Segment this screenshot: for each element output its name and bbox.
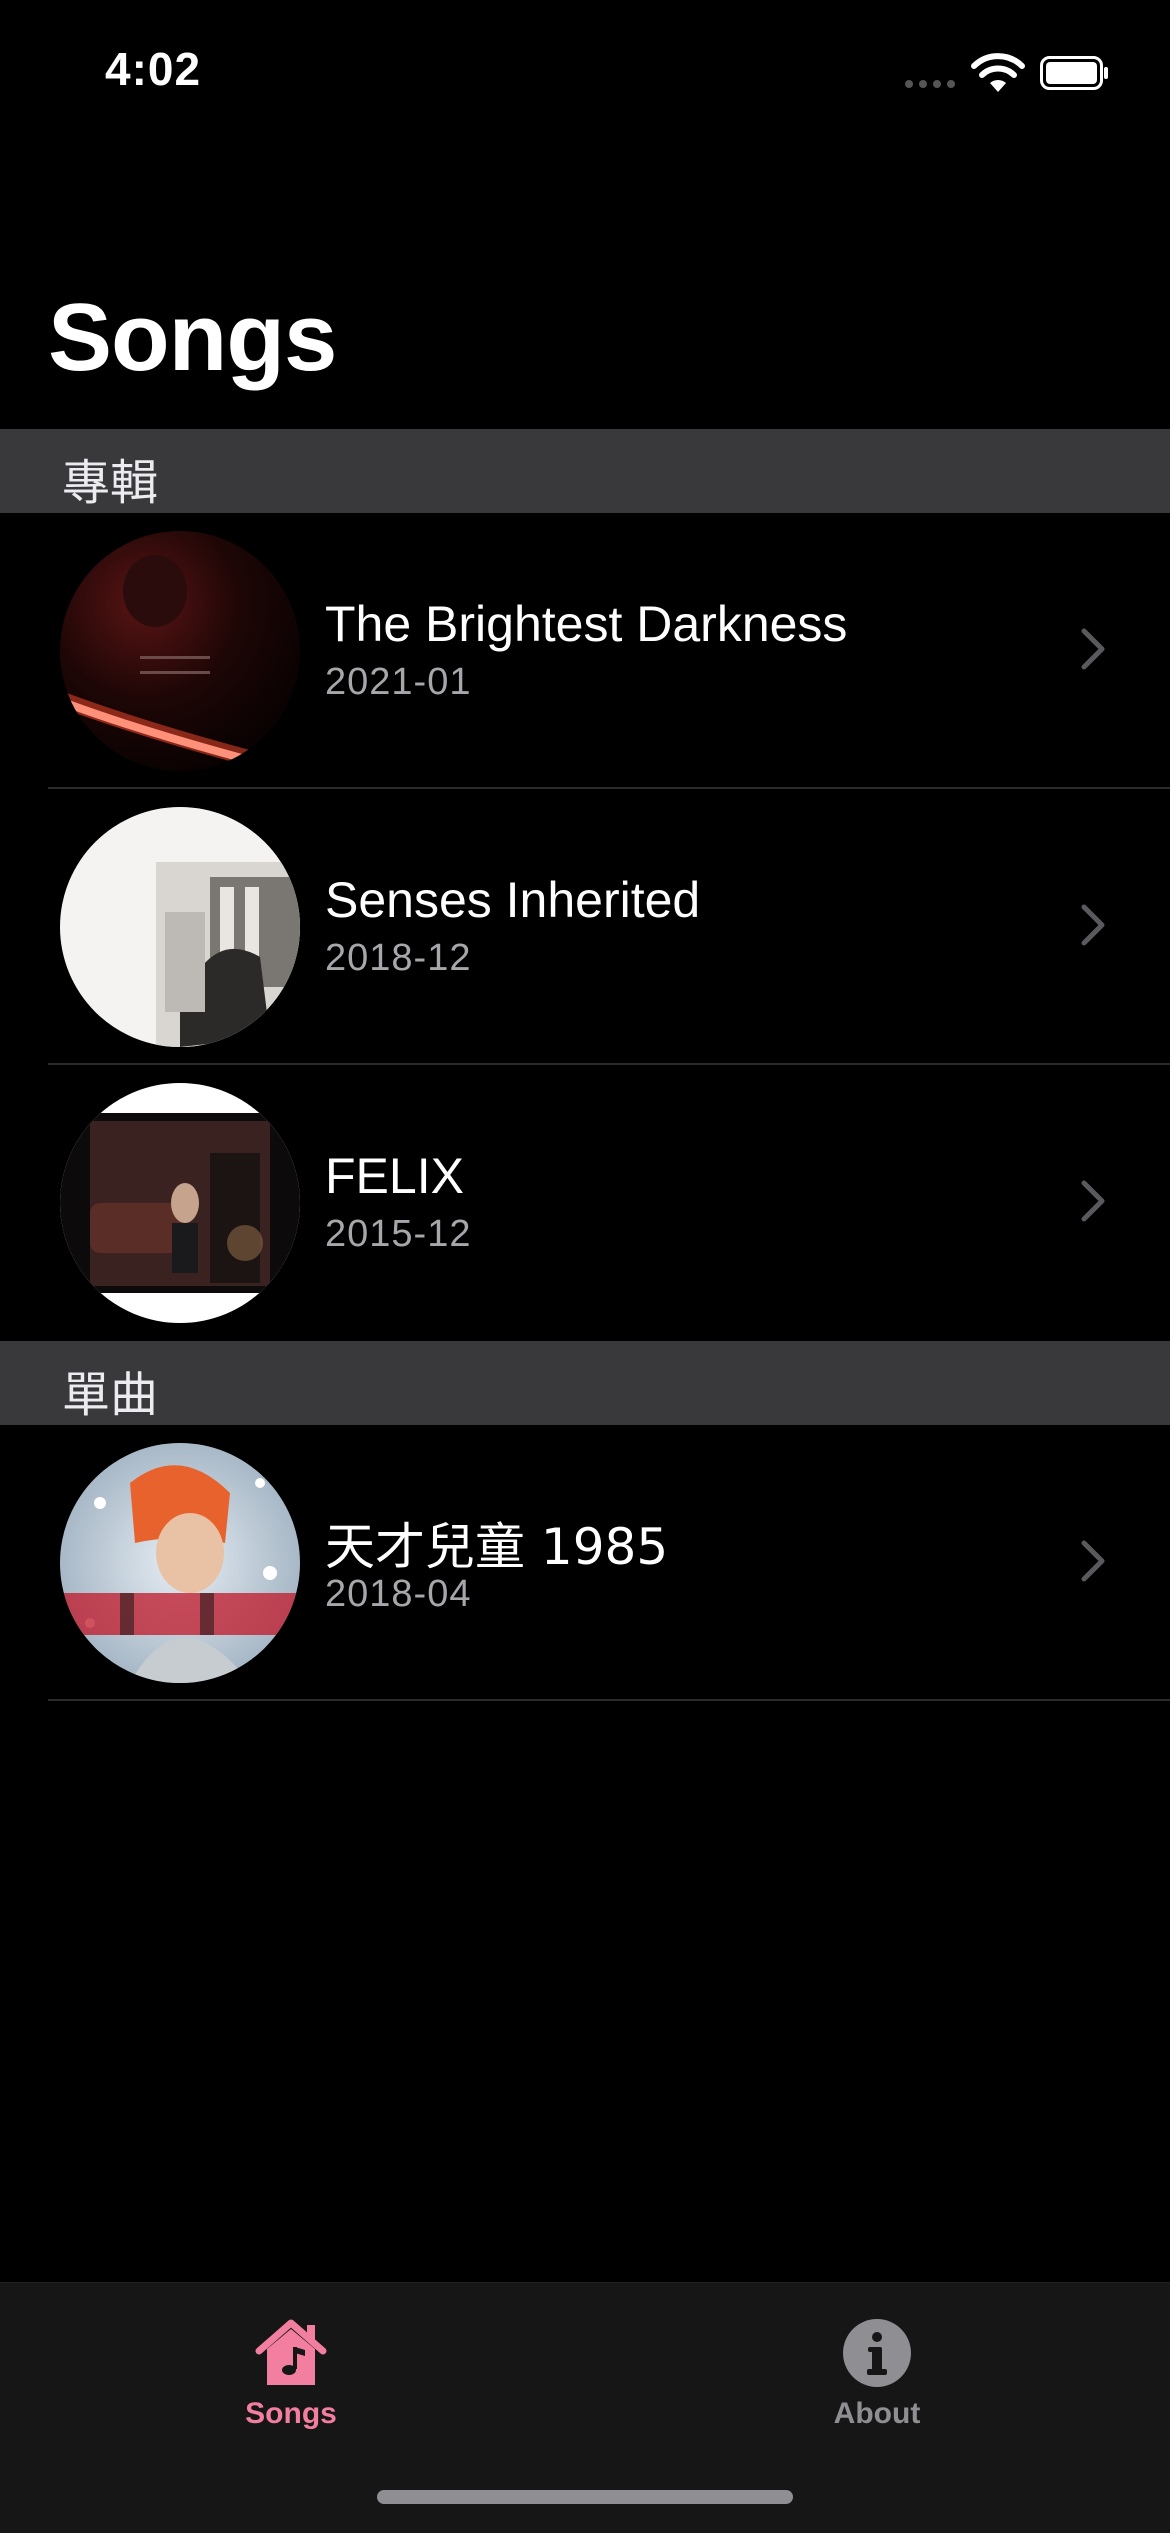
- item-date: 2018-12: [325, 937, 472, 979]
- chevron-right-icon: [1081, 1180, 1105, 1222]
- list-item[interactable]: The Brightest Darkness 2021-01: [0, 513, 1170, 789]
- battery-icon: [1040, 56, 1108, 90]
- item-title: FELIX: [325, 1148, 464, 1204]
- chevron-right-icon: [1081, 628, 1105, 670]
- section-header-albums: 專輯: [0, 429, 1170, 513]
- section-header-label: 單曲: [62, 1367, 159, 1423]
- tab-label: About: [833, 2397, 921, 2430]
- item-title: 天才兒童 1985: [325, 1518, 669, 1576]
- tab-about[interactable]: About: [727, 2313, 1027, 2453]
- item-date: 2015-12: [325, 1213, 472, 1255]
- section-header-singles: 單曲: [0, 1341, 1170, 1425]
- album-artwork: [60, 531, 300, 771]
- item-date: 2021-01: [325, 661, 472, 703]
- section-header-label: 專輯: [62, 455, 159, 511]
- chevron-right-icon: [1081, 1540, 1105, 1582]
- tab-label: Songs: [245, 2397, 337, 2430]
- chevron-right-icon: [1081, 904, 1105, 946]
- cellular-signal-icon: [905, 80, 955, 88]
- house-music-icon: [255, 2319, 327, 2385]
- info-circle-icon: [843, 2319, 911, 2387]
- album-artwork: [60, 1083, 300, 1323]
- album-artwork: [60, 807, 300, 1047]
- home-indicator: [377, 2490, 793, 2504]
- page-title: Songs: [48, 284, 337, 391]
- row-separator: [48, 1699, 1170, 1701]
- wifi-icon: [971, 53, 1025, 92]
- list-item[interactable]: FELIX 2015-12: [0, 1065, 1170, 1341]
- item-title: The Brightest Darkness: [325, 596, 848, 652]
- list-item[interactable]: Senses Inherited 2018-12: [0, 789, 1170, 1065]
- item-date: 2018-04: [325, 1573, 472, 1615]
- list-item[interactable]: 天才兒童 1985 2018-04: [0, 1425, 1170, 1701]
- tab-songs[interactable]: Songs: [141, 2313, 441, 2453]
- single-artwork: [60, 1443, 300, 1683]
- status-bar: 4:02: [0, 0, 1170, 150]
- item-title: Senses Inherited: [325, 872, 701, 928]
- status-time: 4:02: [105, 43, 202, 95]
